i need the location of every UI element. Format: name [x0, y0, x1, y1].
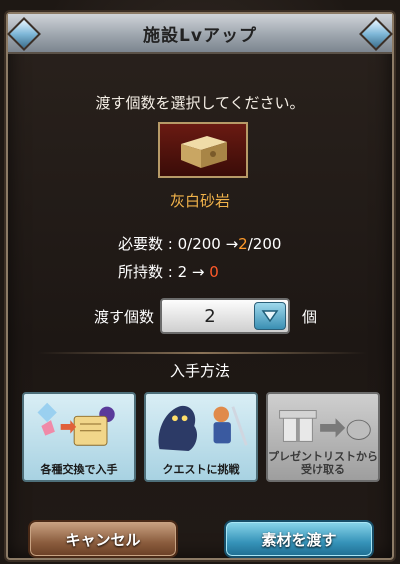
acquisition-title: 入手方法 [169, 362, 230, 380]
stone-block-icon [181, 136, 227, 168]
quest-battle-icon [158, 405, 248, 452]
dropdown-arrow-button[interactable] [254, 302, 286, 330]
required-label: 必要数 : [118, 235, 178, 253]
quantity-row: 渡す個数 2 個 [8, 298, 392, 338]
item-name: 灰白砂岩 [169, 192, 230, 210]
quest-button-label: クエストに挑戦 [162, 463, 240, 476]
cancel-button[interactable]: キャンセル [28, 520, 178, 558]
quest-button[interactable]: クエストに挑戦 [144, 392, 258, 482]
exchange-button-label: 各種交換で入手 [40, 463, 118, 476]
required-to-total: /200 [247, 235, 282, 253]
owned-to-value: 0 [209, 263, 219, 281]
arrow: → [220, 235, 239, 253]
present-list-button[interactable]: プレゼントリストから 受け取る [266, 392, 380, 482]
chevron-down-icon [261, 310, 279, 323]
owned-label: 所持数 : [118, 263, 178, 281]
item-thumbnail [158, 122, 248, 178]
divider [38, 352, 366, 354]
required-from: 0/200 [177, 235, 221, 253]
give-material-button[interactable]: 素材を渡す [224, 520, 374, 558]
present-list-button-label: プレゼントリストから 受け取る [268, 450, 378, 476]
dialog-title: 施設Lvアップ [143, 25, 257, 46]
arrow: → [187, 263, 210, 281]
facility-levelup-dialog: 施設Lvアップ 渡す個数を選択してください。 灰白砂岩 必要数 : 0/200 … [6, 12, 394, 560]
owned-count-row: 所持数 : 2 → 0 [118, 258, 281, 286]
quantity-unit: 個 [302, 308, 318, 326]
item-stats: 必要数 : 0/200 →2/200 所持数 : 2 → 0 [118, 230, 281, 286]
quantity-select[interactable]: 2 [160, 298, 290, 334]
owned-from: 2 [177, 263, 188, 281]
exchange-icon [37, 402, 115, 446]
present-gift-icon [279, 410, 371, 442]
dialog-titlebar: 施設Lvアップ [8, 14, 392, 54]
required-to-value: 2 [238, 235, 248, 253]
required-count-row: 必要数 : 0/200 →2/200 [118, 230, 281, 258]
instruction-text: 渡す個数を選択してください。 [95, 94, 305, 112]
quantity-label: 渡す個数 [94, 308, 155, 326]
exchange-button[interactable]: 各種交換で入手 [22, 392, 136, 482]
